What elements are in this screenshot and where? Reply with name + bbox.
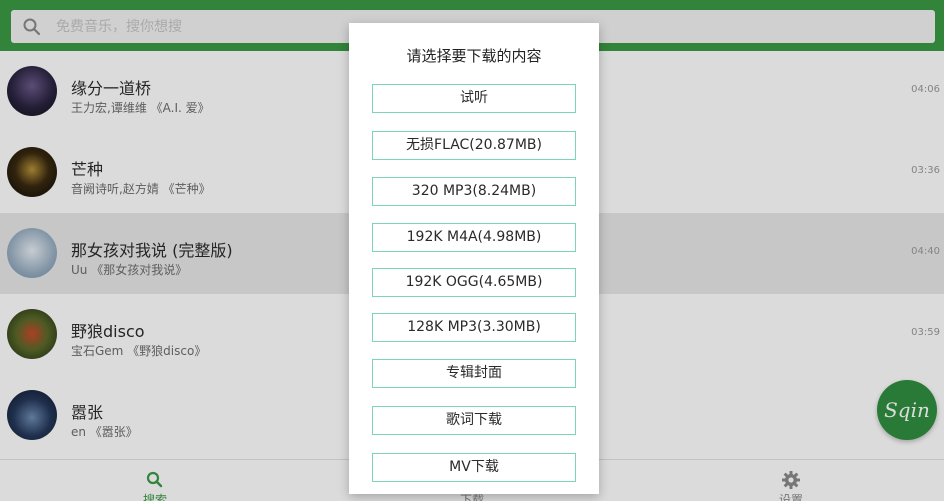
option-preview-button[interactable]: 试听 <box>372 84 576 113</box>
option-128k-mp3-button[interactable]: 128K MP3(3.30MB) <box>372 313 576 342</box>
option-mv-button[interactable]: MV下载 <box>372 453 576 482</box>
option-320-mp3-button[interactable]: 320 MP3(8.24MB) <box>372 177 576 206</box>
option-flac-button[interactable]: 无损FLAC(20.87MB) <box>372 131 576 160</box>
option-192k-ogg-button[interactable]: 192K OGG(4.65MB) <box>372 268 576 297</box>
option-lyrics-button[interactable]: 歌词下载 <box>372 406 576 435</box>
download-options-dialog: 请选择要下载的内容 试听 无损FLAC(20.87MB) 320 MP3(8.2… <box>349 23 599 494</box>
app-window: 缘分一道桥 王力宏,谭维维 《A.I. 爱》 04:06 芒种 音阙诗听,赵方婧… <box>0 0 944 501</box>
option-192k-m4a-button[interactable]: 192K M4A(4.98MB) <box>372 223 576 252</box>
dialog-title: 请选择要下载的内容 <box>406 47 542 65</box>
option-album-cover-button[interactable]: 专辑封面 <box>372 359 576 388</box>
